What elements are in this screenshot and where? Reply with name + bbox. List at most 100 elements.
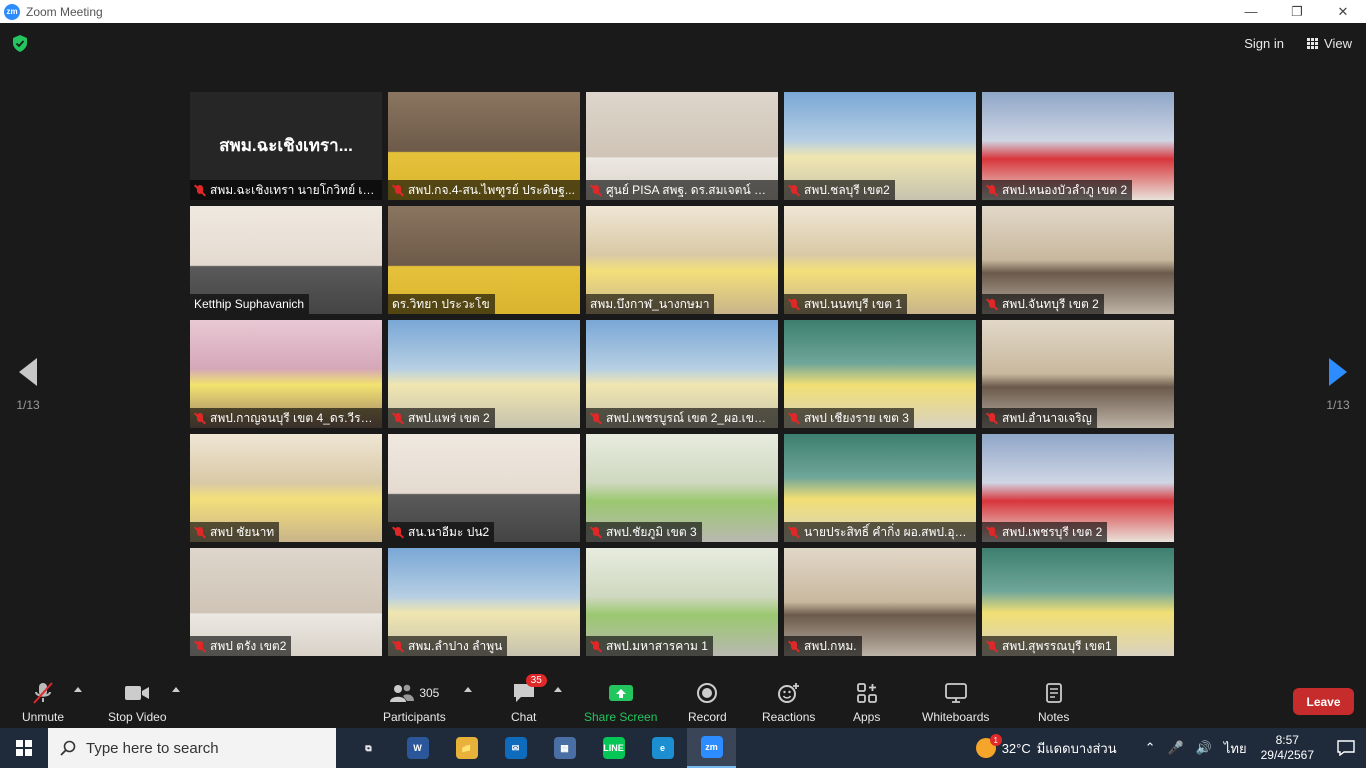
- view-button[interactable]: View: [1307, 36, 1352, 51]
- participant-name: สพป.กหม.: [804, 638, 857, 653]
- chat-caret-icon[interactable]: [554, 687, 562, 692]
- muted-mic-icon: [788, 412, 800, 425]
- participant-name: ดร.วิทยา ประวะโข: [392, 296, 490, 311]
- notification-icon: [1337, 740, 1355, 756]
- minimize-button[interactable]: —: [1228, 0, 1274, 23]
- language-indicator[interactable]: ไทย: [1224, 738, 1247, 759]
- start-button[interactable]: [0, 728, 48, 768]
- participant-tile[interactable]: สพป.นนทบุรี เขต 1: [784, 206, 976, 314]
- arrow-right-icon: [1329, 358, 1347, 386]
- participant-tile[interactable]: สพป.กาญจนบุรี เขต 4_ดร.วีรจ...: [190, 320, 382, 428]
- participant-tile[interactable]: สพป.เพชรบุรี เขต 2: [982, 434, 1174, 542]
- participant-tile[interactable]: สพป.เพชรบูรณ์ เขต 2_ผอ.เขต_...: [586, 320, 778, 428]
- whiteboards-label: Whiteboards: [922, 710, 990, 724]
- participant-tile[interactable]: สพป.แพร่ เขต 2: [388, 320, 580, 428]
- encryption-shield-icon[interactable]: [12, 35, 28, 52]
- participant-tile[interactable]: สพป.จันทบุรี เขต 2: [982, 206, 1174, 314]
- muted-mic-icon: [194, 412, 206, 425]
- windows-logo-icon: [16, 740, 32, 756]
- speaker-icon[interactable]: 🔊: [1196, 740, 1212, 756]
- apps-button[interactable]: Apps: [853, 680, 880, 724]
- chevron-up-icon[interactable]: ⌃: [1145, 740, 1156, 756]
- clock-date: 29/4/2567: [1260, 748, 1314, 762]
- close-button[interactable]: ✕: [1320, 0, 1366, 23]
- stop-video-button[interactable]: Stop Video: [108, 680, 167, 724]
- participant-name: สพป.หนองบัวลำภู เขต 2: [1002, 182, 1128, 197]
- notification-center-button[interactable]: [1326, 740, 1366, 756]
- participant-tile[interactable]: สพป ชัยนาท: [190, 434, 382, 542]
- task-view-icon: ⧉: [365, 742, 372, 753]
- chat-button[interactable]: 35 Chat: [511, 674, 547, 724]
- store-icon: ▦: [553, 737, 576, 759]
- participant-tile[interactable]: ศูนย์ PISA สพฐ. ดร.สมเจตน์ พันธ์พ...: [586, 92, 778, 200]
- record-label: Record: [688, 710, 727, 724]
- participant-tile[interactable]: นายประสิทธิ์ คำกิ่ง ผอ.สพป.อุดร...: [784, 434, 976, 542]
- taskbar-app-zoom[interactable]: zm: [687, 728, 736, 768]
- participant-tile[interactable]: สพป ตรัง เขต2: [190, 548, 382, 656]
- taskbar-app-edge[interactable]: e: [638, 728, 687, 768]
- participant-tile[interactable]: สพป.หนองบัวลำภู เขต 2: [982, 92, 1174, 200]
- participant-tile[interactable]: สพป.กหม.: [784, 548, 976, 656]
- video-camera-icon: [125, 686, 150, 700]
- participant-tile[interactable]: สพป.มหาสารคาม 1: [586, 548, 778, 656]
- participant-tile[interactable]: สพป.สุพรรณบุรี เขต1: [982, 548, 1174, 656]
- muted-mic-icon: [788, 298, 800, 311]
- participant-name: สพป.เพชรบูรณ์ เขต 2_ผอ.เขต_...: [606, 410, 773, 425]
- taskbar-app-line[interactable]: LINE: [589, 728, 638, 768]
- participant-name: สพป.ชัยภูมิ เขต 3: [606, 524, 697, 539]
- smiley-plus-icon: [777, 683, 799, 703]
- participant-tile[interactable]: ดร.วิทยา ประวะโข: [388, 206, 580, 314]
- muted-mic-icon: [194, 640, 206, 653]
- participants-caret-icon[interactable]: [464, 687, 472, 692]
- maximize-button[interactable]: ❐: [1274, 0, 1320, 23]
- taskbar-app-mail[interactable]: ✉: [491, 728, 540, 768]
- taskbar-app-store[interactable]: ▦: [540, 728, 589, 768]
- share-screen-button[interactable]: Share Screen: [584, 680, 657, 724]
- participant-name: สพป.กจ.4-สน.ไพฑูรย์ ประดิษฐ...: [408, 182, 575, 197]
- taskbar-app-task-view[interactable]: ⧉: [344, 728, 393, 768]
- window-controls: — ❐ ✕: [1228, 0, 1366, 23]
- unmute-label: Unmute: [22, 710, 65, 724]
- muted-mic-icon: [392, 184, 404, 197]
- participant-caption: สพป.อำนาจเจริญ: [982, 408, 1097, 428]
- taskbar-search-box[interactable]: Type here to search: [48, 728, 336, 768]
- video-options-caret-icon[interactable]: [172, 687, 180, 692]
- muted-mic-icon: [590, 412, 602, 425]
- next-page-button[interactable]: 1/13: [1318, 358, 1358, 412]
- record-button[interactable]: Record: [688, 680, 727, 724]
- taskbar-app-word[interactable]: W: [393, 728, 442, 768]
- participant-tile[interactable]: สพม.ฉะเชิงเทรา... สพม.ฉะเชิงเทรา นายโกวิท…: [190, 92, 382, 200]
- weather-description: มีแดดบางส่วน: [1036, 740, 1117, 756]
- weather-widget[interactable]: 1 32°C มีแดดบางส่วน: [975, 734, 1117, 759]
- participants-button[interactable]: 305 Participants: [383, 680, 446, 724]
- reactions-button[interactable]: Reactions: [762, 680, 815, 724]
- whiteboards-button[interactable]: Whiteboards: [922, 680, 989, 724]
- participant-caption: สพป ชัยนาท: [190, 522, 280, 542]
- participant-tile[interactable]: สพป เชียงราย เขต 3: [784, 320, 976, 428]
- sign-in-link[interactable]: Sign in: [1244, 36, 1284, 51]
- unmute-button[interactable]: Unmute: [22, 680, 64, 724]
- search-icon: [60, 740, 76, 756]
- grid-view-icon: [1307, 38, 1319, 49]
- muted-mic-icon: [392, 640, 404, 653]
- participant-caption: สพม.บึงกาฬ_นางกษมา: [586, 294, 715, 314]
- participant-name: สพป.จันทบุรี เขต 2: [1002, 296, 1099, 311]
- microphone-tray-icon[interactable]: 🎤: [1168, 740, 1184, 756]
- participant-name: สพป.เพชรบุรี เขต 2: [1002, 524, 1103, 539]
- participant-name: สพป ตรัง เขต2: [210, 638, 287, 653]
- participant-tile[interactable]: สพป.ชัยภูมิ เขต 3: [586, 434, 778, 542]
- notes-button[interactable]: Notes: [1038, 680, 1069, 724]
- audio-options-caret-icon[interactable]: [74, 687, 82, 692]
- participant-tile[interactable]: สน.นาอีมะ ปน2: [388, 434, 580, 542]
- participant-tile[interactable]: Ketthip Suphavanich: [190, 206, 382, 314]
- participant-tile[interactable]: สพป.อำนาจเจริญ: [982, 320, 1174, 428]
- participant-name: นายประสิทธิ์ คำกิ่ง ผอ.สพป.อุดร...: [804, 524, 971, 539]
- leave-button[interactable]: Leave: [1293, 688, 1354, 715]
- participant-tile[interactable]: สพม.บึงกาฬ_นางกษมา: [586, 206, 778, 314]
- taskbar-app-file-explorer[interactable]: 📁: [442, 728, 491, 768]
- participant-tile[interactable]: สพป.ชลบุรี เขต2: [784, 92, 976, 200]
- participant-tile[interactable]: สพป.กจ.4-สน.ไพฑูรย์ ประดิษฐ...: [388, 92, 580, 200]
- participant-tile[interactable]: สพม.ลำปาง ลำพูน: [388, 548, 580, 656]
- previous-page-button[interactable]: 1/13: [8, 358, 48, 412]
- clock[interactable]: 8:57 29/4/2567: [1261, 733, 1314, 763]
